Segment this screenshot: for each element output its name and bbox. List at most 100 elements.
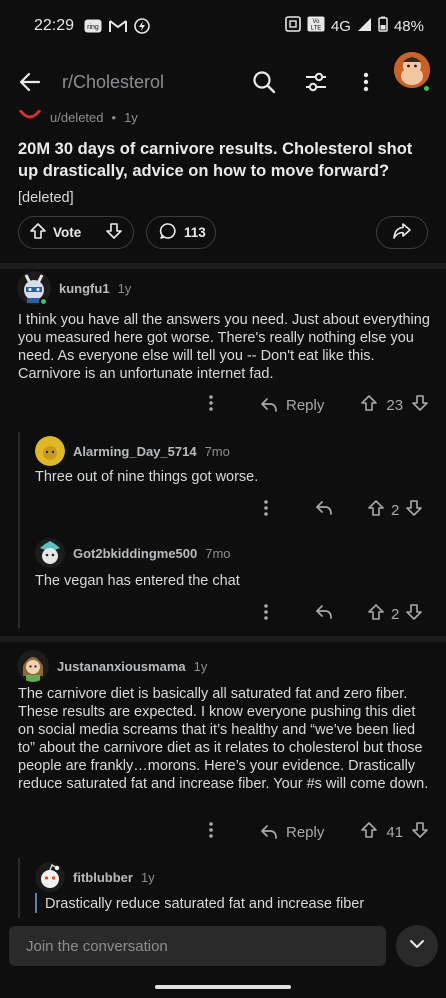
more-options-icon[interactable] [263,603,281,625]
thread-line [18,858,20,918]
comment-score: 2 [391,605,400,623]
comment-author[interactable]: Alarming_Day_5714 [73,444,197,459]
battery-level: 48% [393,17,424,35]
comment-age: 7mo [204,443,230,459]
signal-icon [357,17,372,36]
reply-arrow-icon [261,398,277,412]
author-online-dot [39,297,48,306]
join-conversation-input[interactable]: Join the conversation [9,926,386,966]
reply-button[interactable]: Reply [260,397,324,414]
back-arrow-icon[interactable] [18,70,42,99]
reply-arrow-icon[interactable] [315,604,333,624]
comment-header: fitblubber 1y [35,862,155,892]
svg-text:LTE: LTE [311,26,322,32]
chevron-down-icon [408,937,426,955]
svg-text:ring: ring [87,24,99,31]
comment-header: Got2bkiddingme500 7mo [35,538,231,568]
comments-button[interactable]: 113 [146,216,216,249]
comment-score: 41 [386,823,404,841]
comment-actions: 2 [263,499,433,521]
network-type: 4G [330,17,351,35]
comment-avatar[interactable] [35,862,65,892]
status-bar: 22:29 ring Vo LTE 4G 48% [0,0,446,52]
post-meta: u/deleted • 1y [18,109,138,125]
upvote-arrow-icon[interactable] [360,394,378,416]
reply-arrow-icon [261,825,277,839]
reply-button[interactable]: Reply [260,824,324,841]
comment-actions: Reply 41 [208,821,432,843]
thread-line [18,432,20,628]
comment-bubble-icon [159,222,177,243]
subreddit-name[interactable]: r/Cholesterol [62,72,164,93]
comment-vote: 41 [360,821,429,843]
comment-count: 113 [184,225,206,240]
post-age: 1y [124,110,138,125]
downvote-arrow-icon[interactable] [405,499,423,521]
comment-body: Three out of nine things got worse. [35,469,259,485]
downvote-arrow-icon[interactable] [105,222,123,243]
top-bar: r/Cholesterol [0,56,446,108]
comment-author[interactable]: Justananxiousmama [57,659,186,674]
next-comment-button[interactable] [396,925,438,967]
comment-header: Alarming_Day_5714 7mo [35,436,230,466]
comment-score: 2 [391,501,400,519]
reply-label: Reply [286,823,325,841]
comment-body: The carnivore diet is basically all satu… [18,686,429,792]
comment-age: 1y [117,280,132,296]
comment-avatar[interactable] [35,538,65,568]
search-icon[interactable] [252,70,276,99]
comment-avatar[interactable] [35,436,65,466]
more-options-icon[interactable] [360,70,372,99]
battery-icon [378,16,388,36]
downvote-arrow-icon[interactable] [411,394,429,416]
comment-age: 1y [193,658,208,674]
sort-filter-icon[interactable] [304,70,328,99]
status-time: 22:29 [34,17,75,34]
comment-actions: Reply 23 [208,394,432,416]
online-status-dot [422,84,431,93]
comment-header: kungfu1 1y [17,271,131,305]
downvote-arrow-icon[interactable] [405,603,423,625]
nfc-icon [285,16,301,36]
post-title: 20M 30 days of carnivore results. Choles… [18,140,413,180]
volte-icon: Vo LTE [307,16,325,36]
post-author[interactable]: u/deleted [50,110,104,125]
more-options-icon[interactable] [263,499,281,521]
upvote-arrow-icon[interactable] [29,222,47,243]
comment-author[interactable]: kungfu1 [59,281,110,296]
share-button[interactable] [376,216,428,249]
comment-author[interactable]: Got2bkiddingme500 [73,546,197,561]
comment-avatar[interactable] [17,650,49,682]
user-avatar[interactable] [394,52,430,88]
reply-label: Reply [286,396,325,414]
comment-divider [0,636,446,642]
more-options-icon[interactable] [208,394,226,416]
gesture-bar[interactable] [155,985,291,989]
comment-vote: 2 [367,603,423,625]
gmail-icon [109,19,128,33]
deleted-user-avatar-icon [18,109,42,125]
comment-vote: 23 [360,394,429,416]
post-vote-pill: Vote [18,216,134,249]
comment-score: 23 [386,396,404,414]
hotspot-icon [134,18,150,34]
downvote-arrow-icon[interactable] [411,821,429,843]
comment-author[interactable]: fitblubber [73,870,133,885]
more-options-icon[interactable] [208,821,226,843]
upvote-arrow-icon[interactable] [367,499,385,521]
comment-body: Drastically reduce saturated fat and inc… [45,896,365,912]
post-divider [0,263,446,269]
comment-body: The vegan has entered the chat [35,573,240,589]
comment-age: 1y [140,869,155,885]
quote-bar [35,893,37,913]
reply-arrow-icon[interactable] [315,500,333,520]
meta-separator: • [111,110,117,125]
post-body: [deleted] [18,190,74,206]
upvote-arrow-icon[interactable] [367,603,385,625]
svg-text:Vo: Vo [312,19,320,25]
ring-icon: ring [84,19,102,33]
comment-age: 7mo [205,545,231,561]
upvote-arrow-icon[interactable] [360,821,378,843]
share-arrow-icon [392,222,412,243]
comment-body: I think you have all the answers you nee… [18,312,430,382]
